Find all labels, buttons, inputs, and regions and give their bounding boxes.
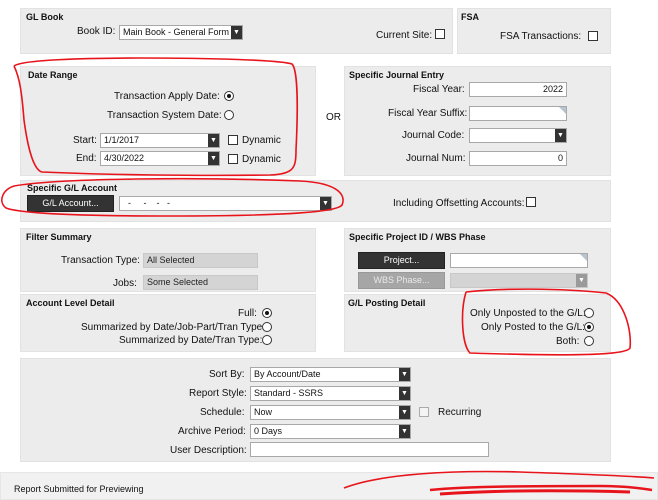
offsetting-accounts-checkbox[interactable] [526, 197, 536, 207]
end-date-field[interactable]: 4/30/2022 ▼ [100, 151, 220, 166]
report-style-select[interactable]: Standard - SSRS ▼ [250, 386, 411, 401]
book-id-label: Book ID: [77, 26, 116, 37]
calendar-dropdown-icon[interactable]: ▼ [208, 152, 219, 165]
apply-date-radio[interactable] [224, 91, 234, 101]
apply-date-label: Transaction Apply Date: [114, 91, 220, 102]
jobs-field: Some Selected [143, 275, 258, 290]
fiscal-year-suffix-label: Fiscal Year Suffix: [388, 108, 468, 119]
end-dynamic-label: Dynamic [242, 154, 281, 165]
fsa-transactions-checkbox[interactable] [588, 31, 598, 41]
unposted-radio[interactable] [584, 308, 594, 318]
current-site-label: Current Site: [376, 30, 433, 41]
date-range-heading: Date Range [28, 70, 78, 80]
sort-by-label: Sort By: [209, 369, 245, 380]
summary-job-label: Summarized by Date/Job-Part/Tran Type: [81, 322, 265, 333]
end-label: End: [76, 153, 97, 164]
transaction-type-label: Transaction Type: [61, 255, 140, 266]
filter-summary-heading: Filter Summary [26, 232, 92, 242]
chevron-down-icon[interactable]: ▼ [399, 425, 410, 438]
start-dynamic-label: Dynamic [242, 135, 281, 146]
start-dynamic-checkbox[interactable] [228, 135, 238, 145]
gl-book-heading: GL Book [26, 12, 64, 22]
chevron-down-icon: ▼ [576, 274, 587, 287]
book-id-select[interactable]: Main Book - General Form ▼ [119, 25, 243, 40]
project-input[interactable] [450, 253, 588, 268]
journal-num-label: Journal Num: [406, 153, 466, 164]
summary-date-label: Summarized by Date/Tran Type: [119, 335, 263, 346]
fiscal-year-input[interactable]: 2022 [469, 82, 567, 97]
full-radio[interactable] [262, 308, 272, 318]
transaction-type-field: All Selected [143, 253, 258, 268]
user-description-input[interactable] [250, 442, 489, 457]
recurring-label: Recurring [438, 407, 482, 418]
current-site-checkbox[interactable] [435, 29, 445, 39]
user-description-label: User Description: [170, 445, 247, 456]
both-radio[interactable] [584, 336, 594, 346]
recurring-checkbox [419, 407, 429, 417]
schedule-label: Schedule: [200, 407, 245, 418]
chevron-down-icon[interactable]: ▼ [399, 368, 410, 381]
gl-account-select[interactable]: - - - - ▼ [119, 196, 332, 211]
account-level-heading: Account Level Detail [26, 298, 115, 308]
sort-by-value: By Account/Date [254, 369, 321, 379]
start-date-value: 1/1/2017 [104, 135, 140, 145]
posting-detail-heading: G/L Posting Detail [348, 298, 426, 308]
summary-job-radio[interactable] [262, 322, 272, 332]
fsa-heading: FSA [461, 12, 479, 22]
both-label: Both: [556, 336, 580, 347]
schedule-select[interactable]: Now ▼ [250, 405, 411, 420]
chevron-down-icon[interactable]: ▼ [231, 26, 242, 39]
book-id-value: Main Book - General Form [123, 27, 230, 37]
end-dynamic-checkbox[interactable] [228, 154, 238, 164]
full-label: Full: [238, 308, 257, 319]
sort-by-select[interactable]: By Account/Date ▼ [250, 367, 411, 382]
gl-account-button[interactable]: G/L Account... [27, 195, 114, 212]
posted-label: Only Posted to the G/L: [481, 322, 585, 333]
gl-account-heading: Specific G/L Account [27, 183, 118, 193]
summary-date-radio[interactable] [262, 335, 272, 345]
report-style-value: Standard - SSRS [254, 388, 324, 398]
start-date-field[interactable]: 1/1/2017 ▼ [100, 133, 220, 148]
start-label: Start: [73, 135, 97, 146]
system-date-label: Transaction System Date: [107, 110, 222, 121]
archive-period-value: 0 Days [254, 426, 283, 436]
schedule-value: Now [254, 407, 273, 417]
offsetting-accounts-label: Including Offsetting Accounts: [393, 198, 525, 209]
chevron-down-icon[interactable]: ▼ [320, 197, 331, 210]
project-heading: Specific Project ID / WBS Phase [349, 232, 486, 242]
archive-period-label: Archive Period: [178, 426, 246, 437]
or-label: OR [326, 112, 341, 123]
system-date-radio[interactable] [224, 110, 234, 120]
unposted-label: Only Unposted to the G/L: [470, 308, 586, 319]
journal-code-select[interactable]: ▼ [469, 128, 567, 143]
journal-entry-heading: Specific Journal Entry [349, 70, 445, 80]
chevron-down-icon[interactable]: ▼ [555, 129, 566, 142]
wbs-phase-select: ▼ [450, 273, 588, 288]
jobs-label: Jobs: [113, 278, 137, 289]
fiscal-year-label: Fiscal Year: [413, 84, 465, 95]
report-style-label: Report Style: [189, 388, 247, 399]
archive-period-select[interactable]: 0 Days ▼ [250, 424, 411, 439]
chevron-down-icon[interactable]: ▼ [399, 406, 410, 419]
posted-radio[interactable] [584, 322, 594, 332]
wbs-phase-button: WBS Phase... [358, 272, 445, 289]
chevron-down-icon[interactable]: ▼ [399, 387, 410, 400]
fsa-transactions-label: FSA Transactions: [500, 31, 582, 42]
journal-code-label: Journal Code: [402, 130, 465, 141]
end-date-value: 4/30/2022 [104, 153, 145, 163]
project-button[interactable]: Project... [358, 252, 445, 269]
calendar-dropdown-icon[interactable]: ▼ [208, 134, 219, 147]
fiscal-year-suffix-input[interactable] [469, 106, 567, 121]
status-text: Report Submitted for Previewing [14, 484, 144, 494]
gl-account-value: - - - - [123, 198, 170, 208]
journal-num-input[interactable]: 0 [469, 151, 567, 166]
